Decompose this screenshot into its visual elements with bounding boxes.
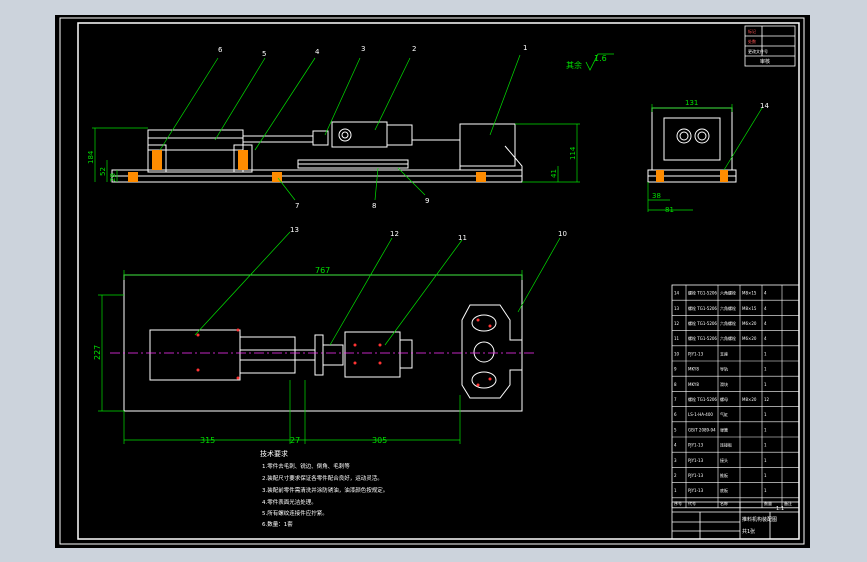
part-label-8: 8 (372, 202, 376, 210)
part-label-6: 6 (218, 46, 223, 54)
title-scale: 1:1 (776, 506, 784, 512)
tech-line-1: 1.零件去毛刺、锐边、倒角、毛刺等 (262, 462, 350, 470)
part-label-3: 3 (361, 45, 365, 53)
bom-header-cell: 名称 (720, 500, 728, 506)
bom-cell-spec: M8×15 (742, 306, 757, 311)
bom-cell-name: 支座 (720, 350, 728, 356)
roughness-value: 1.6 (594, 54, 607, 63)
revision-row-1: 标记 (748, 28, 756, 34)
part-label-12: 12 (390, 230, 399, 238)
dim-front-height-right: 114 (569, 146, 577, 160)
tech-line-2: 2.装配尺寸要求保证各零件配合良好，运动灵活。 (262, 474, 383, 482)
bom-cell-no: 13 (674, 306, 680, 311)
bom-cell-name: 六角螺栓 (720, 320, 736, 326)
dim-top-height: 227 (93, 345, 102, 360)
bom-cell-name: 连接板 (720, 442, 732, 448)
bom-header-cell: 代号 (688, 500, 696, 506)
part-label-14: 14 (760, 102, 769, 110)
dim-bottom-c: 305 (372, 436, 387, 445)
dim-bottom-b: 27 (290, 436, 300, 445)
part-label-9: 9 (425, 197, 429, 205)
bom-cell-code: MKY8 (688, 367, 699, 372)
bom-cell-code: 螺栓 TG1-5206 (688, 335, 717, 341)
revision-row-3: 更改文件号 (748, 48, 768, 54)
part-label-2: 2 (412, 45, 416, 53)
bom-cell-no: 12 (674, 321, 680, 326)
bom-cell-code: GB/T 2089-94 (688, 427, 716, 432)
bom-cell-name: 滑块 (720, 381, 728, 387)
dim-bottom-a: 315 (200, 436, 215, 445)
bom-cell-name: 底板 (720, 487, 728, 493)
bom-header-cell: 数量 (764, 500, 772, 506)
tech-title: 技术要求 (260, 449, 288, 458)
dim-front-height-a: 184 (87, 150, 95, 164)
bom-cell-code: PJY1-13 (688, 458, 704, 463)
title-drawing-name: 推料机构装配图 (742, 516, 777, 523)
bom-cell-spec: M8×20 (742, 397, 757, 402)
part-label-4: 4 (315, 48, 320, 56)
part-label-7: 7 (295, 202, 299, 210)
bom-cell-code: 螺栓 TG1-5206 (688, 320, 717, 326)
part-label-13: 13 (290, 226, 299, 234)
part-label-10: 10 (558, 230, 567, 238)
bom-cell-name: 推板 (720, 472, 728, 478)
revision-row-2: 处数 (748, 38, 756, 44)
dim-top-length: 767 (315, 266, 330, 275)
bom-cell-no: 10 (674, 351, 680, 356)
dim-front-height-small: 41 (550, 169, 558, 178)
bom-header-cell: 序号 (674, 500, 682, 506)
bom-cell-code: MKY8 (688, 382, 699, 387)
bom-cell-code: 螺栓 TG1-5206 (688, 305, 717, 311)
bom-cell-code: LS-1-HA-400 (688, 412, 713, 417)
tech-line-6: 6.数量：1套 (262, 520, 293, 528)
part-label-11: 11 (458, 234, 467, 242)
bom-cell-code: PJY1-13 (688, 488, 704, 493)
revision-label: 审核 (760, 58, 770, 65)
tech-line-5: 5.所有螺纹连接件应拧紧。 (262, 509, 328, 517)
bom-cell-spec: M8×15 (742, 291, 757, 296)
bom-cell-name: 螺母 (720, 396, 728, 402)
bom-cell-name: 六角螺栓 (720, 290, 736, 296)
bom-header-cell: 备注 (784, 500, 792, 506)
bom-cell-spec: M6×20 (742, 336, 757, 341)
bom-cell-no: 11 (674, 336, 680, 341)
bom-cell-name: 导轨 (720, 366, 728, 372)
dim-front-height-b: 52 (99, 167, 107, 176)
dim-front-height-c: 28 (109, 173, 117, 182)
part-label-1: 1 (523, 44, 527, 52)
bom-cell-no: 14 (674, 291, 680, 296)
bom-cell-name: 弹簧 (720, 426, 728, 432)
bom-cell-qty: 12 (764, 397, 770, 402)
bom-cell-code: PJY1-13 (688, 473, 704, 478)
bom-cell-code: 螺栓 TG1-5206 (688, 290, 717, 296)
bom-cell-name: 六角螺栓 (720, 305, 736, 311)
tech-line-4: 4.零件表面光洁处理。 (262, 498, 317, 506)
dim-side-bottom-a: 38 (652, 192, 661, 200)
bom-cell-name: 接头 (720, 457, 728, 463)
bom-cell-name: 气缸 (720, 411, 728, 417)
bom-cell-code: 螺栓 TG1-5206 (688, 396, 717, 402)
dim-side-width: 131 (685, 99, 698, 107)
roughness-prefix: 其余 (566, 60, 582, 70)
dim-side-bottom-b: 81 (665, 206, 674, 214)
tech-line-3: 3.装配前零件需清洗并涂防锈油，油漆颜色按规定。 (262, 486, 388, 494)
bom-cell-code: PJY1-13 (688, 443, 704, 448)
drawing-sheet (55, 15, 810, 548)
bom-cell-name: 六角螺栓 (720, 335, 736, 341)
cad-drawing-viewport[interactable]: 标记 处数 更改文件号 审核 184 52 28 114 41 其余 1.6 1… (0, 0, 867, 562)
title-sheet: 共1张 (742, 528, 755, 535)
bom-cell-spec: M6×20 (742, 321, 757, 326)
part-label-5: 5 (262, 50, 266, 58)
bom-cell-code: PJY1-13 (688, 351, 704, 356)
